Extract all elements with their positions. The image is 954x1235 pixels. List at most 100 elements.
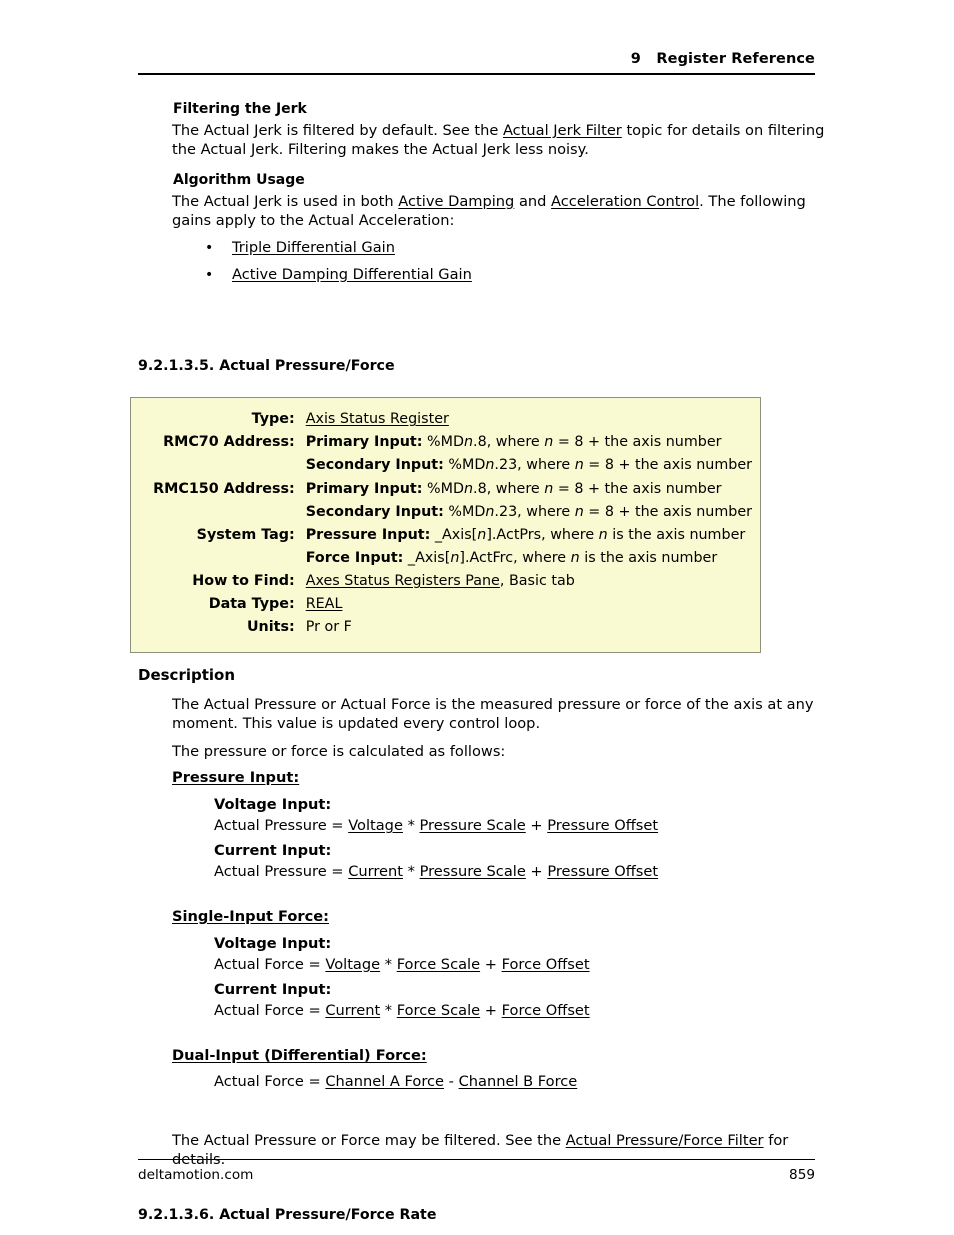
value-text: %MD xyxy=(422,434,464,451)
table-row: Data Type: REAL xyxy=(131,593,760,616)
row-label-rmc150-address: RMC150 Address: xyxy=(153,480,295,497)
value-text: = 8 + the axis number xyxy=(583,503,752,520)
formula-lead: Actual Force = xyxy=(214,955,326,973)
link-force-offset[interactable]: Force Offset xyxy=(502,1002,590,1019)
table-row: RMC150 Address: Primary Input: %MDn.8, w… xyxy=(131,478,760,524)
link-acceleration-control[interactable]: Acceleration Control xyxy=(551,193,699,210)
subtitle-voltage-input: Voltage Input: xyxy=(214,795,332,813)
link-pressure-offset[interactable]: Pressure Offset xyxy=(547,817,658,834)
value-bold: Secondary Input: xyxy=(305,457,444,474)
link-active-damping-differential-gain[interactable]: Active Damping Differential Gain xyxy=(232,266,472,283)
formula-lead: Actual Force = xyxy=(214,1001,326,1019)
value-bold: Primary Input: xyxy=(305,480,423,497)
formula-pressure-voltage: Actual Pressure = Voltage * Pressure Sca… xyxy=(214,817,828,836)
value-text: .8, where xyxy=(473,480,545,497)
link-actual-pressure-force-filter[interactable]: Actual Pressure/Force Filter xyxy=(566,1132,764,1149)
formula-force-voltage: Actual Force = Voltage * Force Scale + F… xyxy=(214,956,828,975)
group-title-dual-input-force: Dual-Input (Differential) Force: xyxy=(172,1046,427,1064)
formula-lead: Actual Pressure = xyxy=(214,816,349,834)
subtitle-voltage-input: Voltage Input: xyxy=(214,934,332,952)
header-rule xyxy=(138,72,815,75)
value-text: %MD xyxy=(443,457,486,474)
value-line-pressure-input: Pressure Input: _Axis[n].ActPrs, where n… xyxy=(306,524,752,547)
value-text: is the axis number xyxy=(607,526,746,543)
link-force-scale[interactable]: Force Scale xyxy=(397,1002,480,1019)
formula-op: + xyxy=(525,816,548,834)
link-current[interactable]: Current xyxy=(325,1002,380,1019)
row-label-units: Units: xyxy=(246,619,295,636)
formula-op: * xyxy=(403,862,420,880)
table-row: Type: Axis Status Register xyxy=(131,408,760,431)
link-current[interactable]: Current xyxy=(348,863,403,880)
text-fragment: The Actual Jerk is used in both xyxy=(172,192,399,210)
link-axis-status-register[interactable]: Axis Status Register xyxy=(306,411,449,427)
value-italic: n xyxy=(574,457,584,474)
text-fragment: The Actual Jerk is filtered by default. … xyxy=(172,121,503,139)
paragraph-description-2: The pressure or force is calculated as f… xyxy=(172,743,506,761)
page-content: Filtering the Jerk The Actual Jerk is fi… xyxy=(130,100,828,1224)
section-heading-actual-pressure-force: 9.2.1.3.5. Actual Pressure/Force xyxy=(138,357,395,374)
value-text: _Axis[ xyxy=(403,549,451,566)
value-text: .8, where xyxy=(473,434,545,451)
value-bold: Pressure Input: xyxy=(305,526,431,543)
value-line: REAL xyxy=(306,593,752,616)
link-actual-jerk-filter[interactable]: Actual Jerk Filter xyxy=(503,122,622,139)
row-value-rmc150-address: Primary Input: %MDn.8, where n = 8 + the… xyxy=(306,478,760,524)
value-italic: n xyxy=(570,549,580,566)
table-row: RMC70 Address: Primary Input: %MDn.8, wh… xyxy=(131,431,760,477)
link-voltage[interactable]: Voltage xyxy=(348,817,403,834)
heading-description: Description xyxy=(138,665,236,684)
value-text: ].ActFrc, where xyxy=(459,549,571,566)
formula-op: * xyxy=(380,1001,397,1019)
heading-filtering-the-jerk: Filtering the Jerk xyxy=(173,101,307,117)
link-force-scale[interactable]: Force Scale xyxy=(397,956,480,973)
value-italic: n xyxy=(544,434,554,451)
row-label-type: Type: xyxy=(251,411,295,428)
value-line: Axis Status Register xyxy=(306,408,752,431)
formula-force-current: Actual Force = Current * Force Scale + F… xyxy=(214,1002,828,1021)
value-italic: n xyxy=(463,434,474,451)
value-bold: Force Input: xyxy=(305,549,404,566)
value-italic: n xyxy=(477,526,487,543)
link-force-offset[interactable]: Force Offset xyxy=(502,956,590,973)
value-text: %MD xyxy=(422,480,464,497)
link-channel-b-force[interactable]: Channel B Force xyxy=(459,1073,578,1090)
group-title-pressure-input: Pressure Input: xyxy=(172,769,300,787)
link-voltage[interactable]: Voltage xyxy=(325,956,380,973)
value-bold: Primary Input: xyxy=(305,434,423,451)
value-line: Axes Status Registers Pane, Basic tab xyxy=(306,570,752,593)
link-active-damping[interactable]: Active Damping xyxy=(398,193,514,210)
link-axes-status-registers-pane[interactable]: Axes Status Registers Pane xyxy=(306,573,500,589)
table-row: Units: Pr or F xyxy=(131,616,760,639)
value-text: _Axis[ xyxy=(430,526,478,543)
formula-op: * xyxy=(402,816,420,834)
value-line-secondary-input: Secondary Input: %MDn.23, where n = 8 + … xyxy=(306,454,752,477)
paragraph-filtering-the-jerk: The Actual Jerk is filtered by default. … xyxy=(172,122,828,160)
link-pressure-scale[interactable]: Pressure Scale xyxy=(420,817,526,834)
value-text: ].ActPrs, where xyxy=(486,526,599,543)
value-text: = 8 + the axis number xyxy=(583,457,752,474)
row-label-data-type: Data Type: xyxy=(208,596,295,613)
link-triple-differential-gain[interactable]: Triple Differential Gain xyxy=(232,239,395,256)
link-channel-a-force[interactable]: Channel A Force xyxy=(325,1073,444,1090)
bullet-icon: • xyxy=(205,239,214,256)
row-value-data-type: REAL xyxy=(306,593,760,616)
link-pressure-scale[interactable]: Pressure Scale xyxy=(420,863,526,880)
text-fragment: and xyxy=(514,192,552,210)
row-label-how-to-find: How to Find: xyxy=(192,573,295,590)
link-real[interactable]: REAL xyxy=(306,596,343,612)
link-pressure-offset[interactable]: Pressure Offset xyxy=(547,863,658,880)
paragraph-description-1: The Actual Pressure or Actual Force is t… xyxy=(172,696,814,733)
